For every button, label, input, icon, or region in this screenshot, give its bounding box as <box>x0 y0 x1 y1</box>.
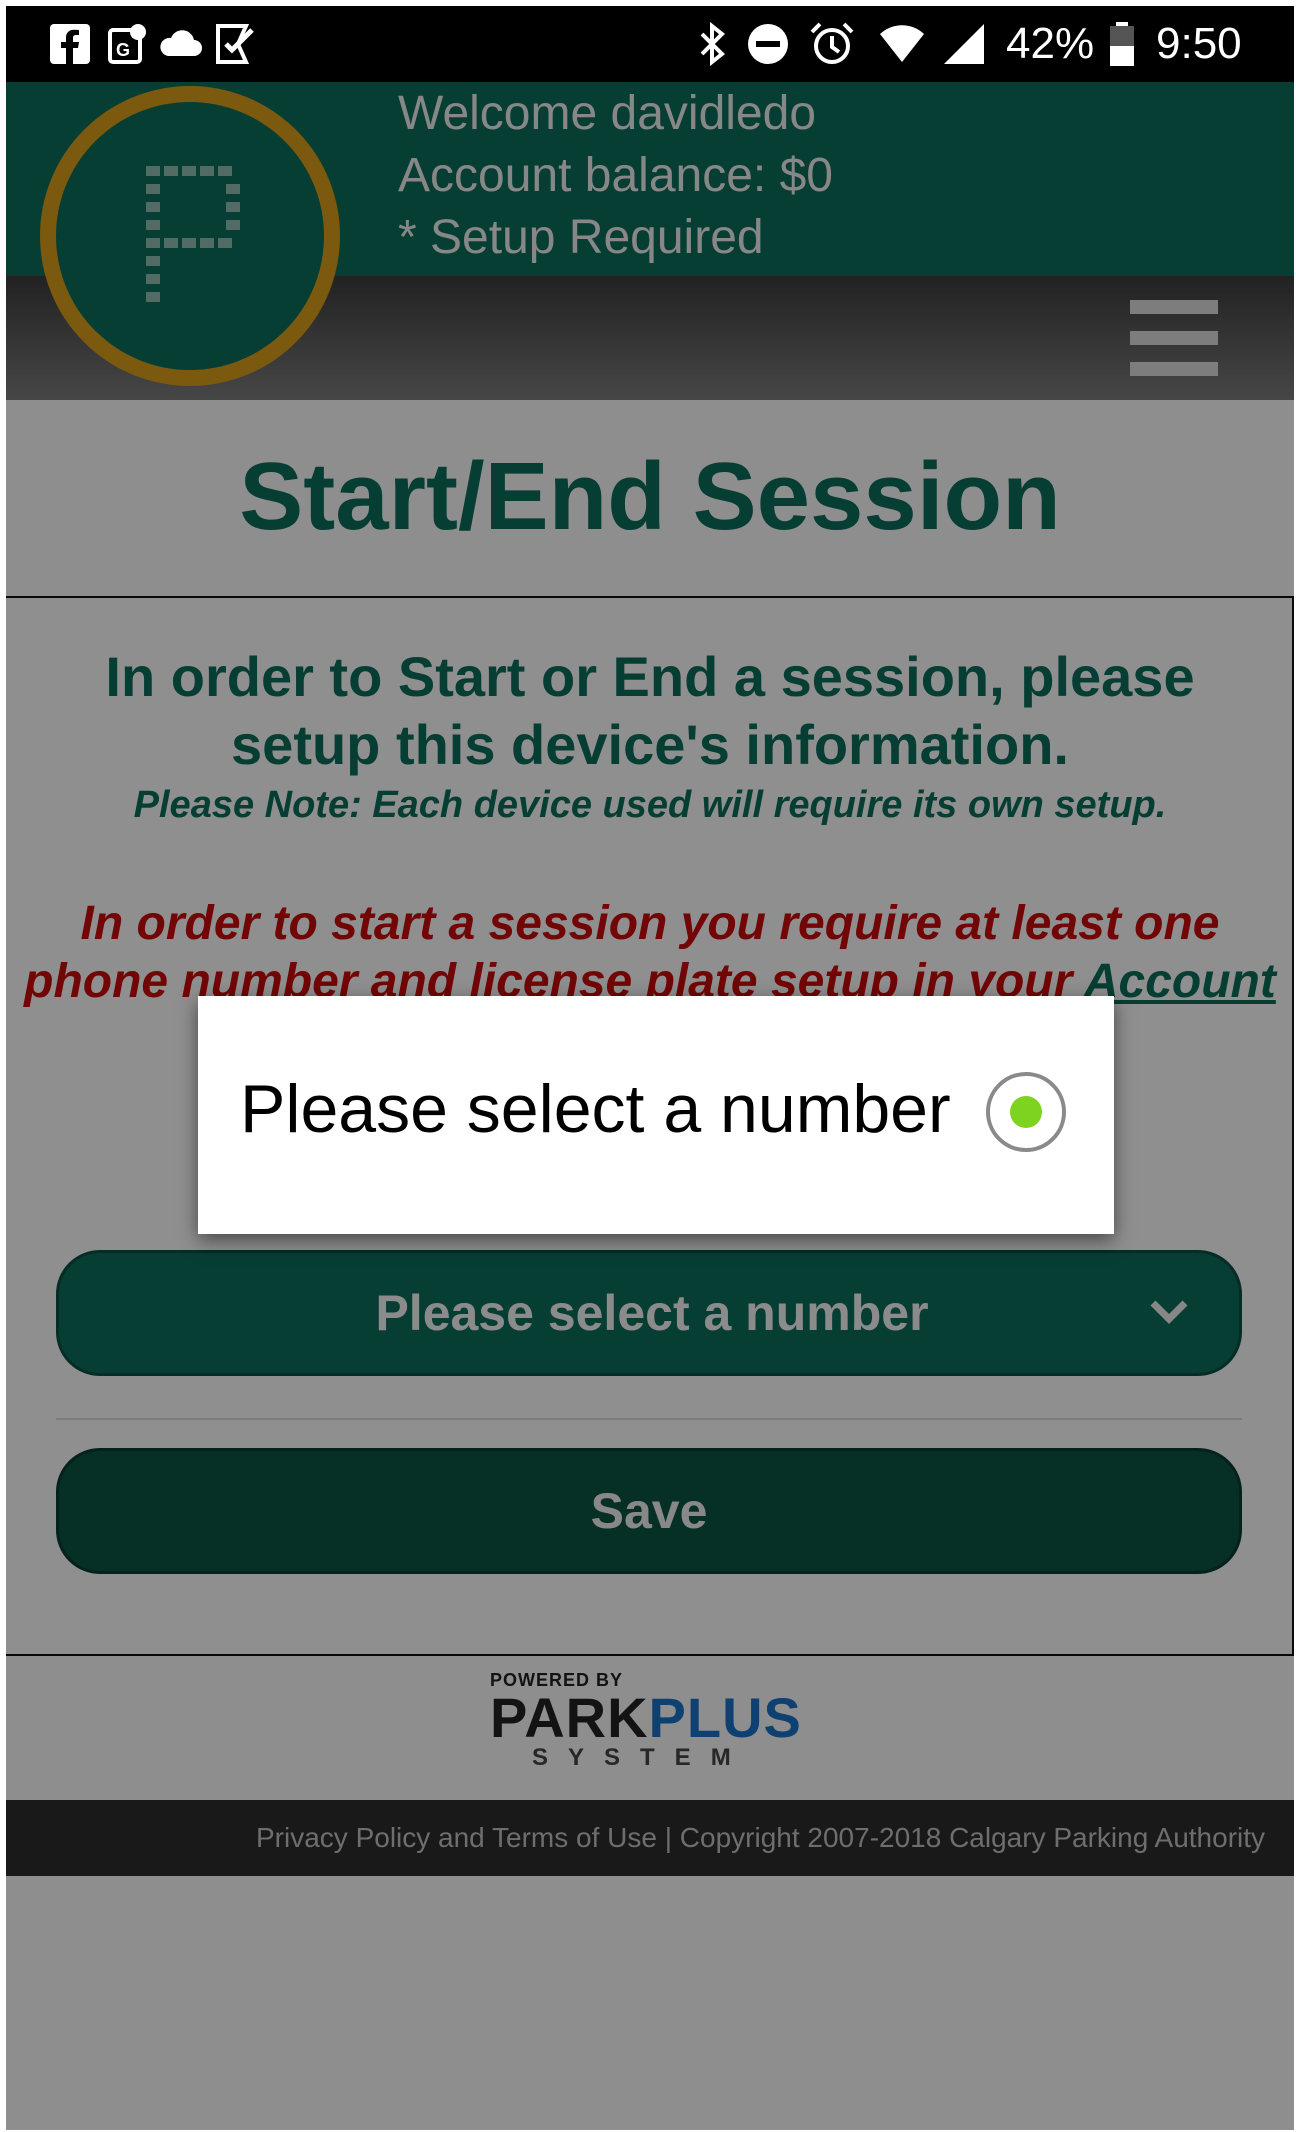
maps-icon: G <box>108 24 146 64</box>
status-bar: G 42% 9:50 <box>6 6 1294 82</box>
facebook-icon <box>50 24 90 64</box>
dialog-option-label[interactable]: Please select a number <box>240 1066 951 1152</box>
wifi-icon <box>880 25 924 62</box>
screen: G 42% 9:50 Welcome davidledo Account bal… <box>6 6 1294 2130</box>
radio-selected-dot <box>1010 1096 1042 1128</box>
signal-icon <box>944 24 984 64</box>
battery-icon <box>1110 22 1134 66</box>
select-number-dialog: Please select a number <box>198 996 1114 1234</box>
battery-percent: 42% <box>1006 19 1095 68</box>
cloud-icon <box>160 30 202 56</box>
clock: 9:50 <box>1156 19 1242 68</box>
option-radio-button[interactable] <box>986 1072 1066 1152</box>
do-not-disturb-icon <box>748 24 788 64</box>
alarm-icon <box>810 22 854 64</box>
tasks-icon <box>216 24 254 64</box>
bluetooth-icon <box>700 21 725 67</box>
svg-text:G: G <box>116 40 130 60</box>
